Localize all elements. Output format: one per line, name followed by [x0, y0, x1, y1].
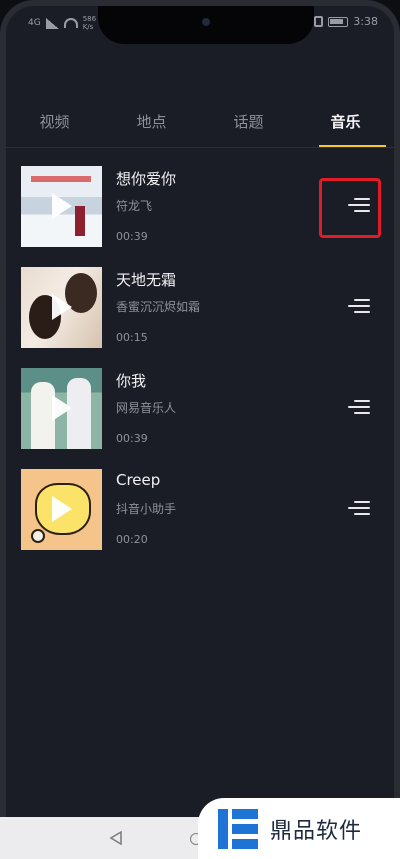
list-item[interactable]: 你我 网易音乐人 00:39	[6, 368, 394, 469]
tab-video[interactable]: 视频	[6, 106, 103, 147]
watermark-text: 鼎品软件	[270, 818, 363, 844]
song-menu-icon[interactable]	[344, 394, 370, 420]
snow-scene-cover[interactable]	[21, 166, 102, 247]
speed-value: 586	[82, 15, 97, 23]
ball-illustration	[31, 529, 45, 543]
watermark: 鼎品软件	[198, 798, 400, 859]
battery-icon	[328, 16, 349, 27]
song-title: Creep	[116, 471, 161, 489]
tab-music[interactable]: 音乐	[297, 106, 394, 147]
cover-banner	[31, 176, 91, 182]
song-duration: 00:39	[116, 432, 148, 445]
play-icon[interactable]	[52, 395, 72, 421]
camera-icon	[202, 18, 210, 26]
status-left: 4G 586 K/s	[28, 15, 96, 31]
status-right: 3:38	[314, 15, 378, 28]
play-icon[interactable]	[52, 294, 72, 320]
music-list: 想你爱你 符龙飞 00:39 天地无霜 香蜜沉沉烬如霜 00:15 你我 网易音…	[6, 166, 394, 570]
play-icon[interactable]	[52, 496, 72, 522]
yellow-cat-cartoon-cover[interactable]	[21, 469, 102, 550]
list-item[interactable]: 天地无霜 香蜜沉沉烬如霜 00:15	[6, 267, 394, 368]
network-label: 4G	[28, 18, 41, 28]
song-title: 想你爱你	[116, 170, 177, 188]
song-title: 天地无霜	[116, 271, 177, 289]
song-duration: 00:39	[116, 230, 148, 243]
song-menu-icon[interactable]	[344, 495, 370, 521]
search-category-tabs: 视频 地点 话题 音乐	[6, 106, 394, 148]
two-people-cover[interactable]	[21, 368, 102, 449]
play-icon[interactable]	[52, 193, 72, 219]
song-duration: 00:20	[116, 533, 148, 546]
vibrate-icon	[314, 16, 324, 27]
song-artist: 符龙飞	[116, 199, 153, 213]
song-artist: 香蜜沉沉烬如霜	[116, 300, 201, 314]
camera-notch	[98, 6, 314, 44]
song-duration: 00:15	[116, 331, 148, 344]
wifi-icon	[63, 18, 78, 28]
cover-figure	[75, 206, 85, 236]
clock: 3:38	[353, 15, 378, 28]
song-title: 你我	[116, 372, 147, 390]
status-bar: 4G 586 K/s 3:38	[6, 6, 394, 44]
highlight-box	[319, 178, 381, 238]
couple-drama-cover[interactable]	[21, 267, 102, 348]
watermark-logo-icon	[218, 808, 258, 849]
back-icon[interactable]	[110, 831, 122, 845]
tab-topic[interactable]: 话题	[200, 106, 297, 147]
phone-screen: 4G 586 K/s 3:38 视频 地点 话题 音乐 想你爱你 符龙飞 00:…	[0, 0, 400, 859]
song-menu-icon[interactable]	[344, 293, 370, 319]
network-speed: 586 K/s	[83, 15, 96, 31]
speed-unit: K/s	[82, 23, 94, 31]
signal-icon	[45, 17, 59, 29]
list-item[interactable]: 想你爱你 符龙飞 00:39	[6, 166, 394, 267]
song-artist: 抖音小助手	[116, 502, 177, 516]
tab-location[interactable]: 地点	[103, 106, 200, 147]
song-artist: 网易音乐人	[116, 401, 177, 415]
list-item[interactable]: Creep 抖音小助手 00:20	[6, 469, 394, 570]
